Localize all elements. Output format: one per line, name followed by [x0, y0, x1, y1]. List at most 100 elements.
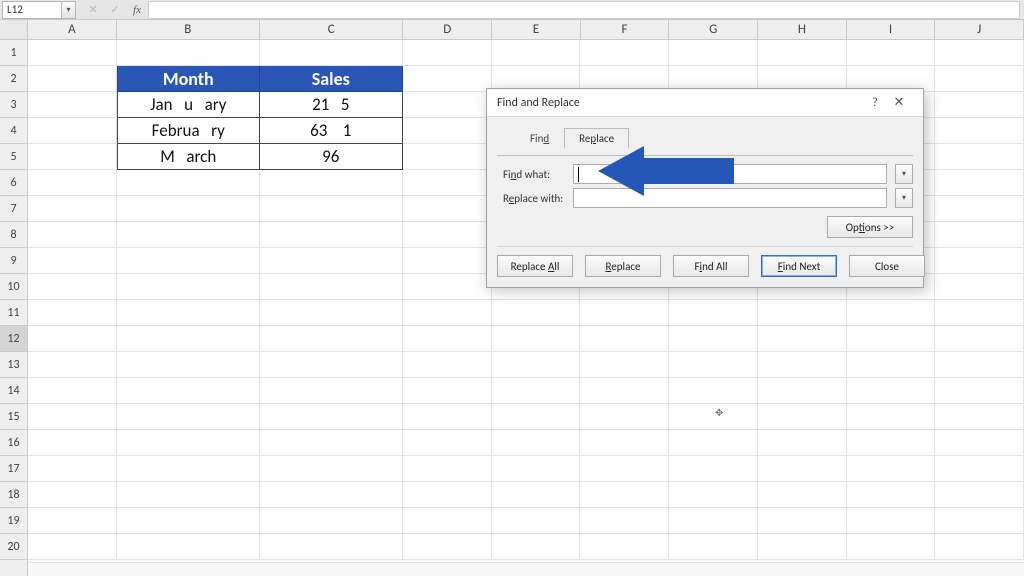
cell-B2[interactable]: Month: [117, 66, 260, 92]
cell-B9[interactable]: [117, 248, 260, 274]
cell-A18[interactable]: [28, 482, 117, 508]
find-what-input[interactable]: [573, 164, 887, 184]
cell-E11[interactable]: [492, 300, 581, 326]
cell-B7[interactable]: [117, 196, 260, 222]
cell-J15[interactable]: [935, 404, 1024, 430]
cell-C20[interactable]: [260, 534, 403, 560]
cell-G20[interactable]: [669, 534, 758, 560]
cell-A8[interactable]: [28, 222, 117, 248]
cell-G11[interactable]: [669, 300, 758, 326]
cell-D11[interactable]: [403, 300, 492, 326]
row-header-15[interactable]: 15: [0, 404, 27, 430]
cell-C19[interactable]: [260, 508, 403, 534]
cell-F14[interactable]: [580, 378, 669, 404]
cell-B15[interactable]: [117, 404, 260, 430]
cell-I1[interactable]: [847, 40, 936, 66]
cell-A4[interactable]: [28, 118, 117, 144]
row-header-13[interactable]: 13: [0, 352, 27, 378]
cell-E15[interactable]: [492, 404, 581, 430]
cell-A2[interactable]: [28, 66, 117, 92]
cell-J1[interactable]: [935, 40, 1024, 66]
column-header-G[interactable]: G: [669, 20, 758, 39]
cell-J6[interactable]: [935, 170, 1024, 196]
cell-H16[interactable]: [758, 430, 847, 456]
column-header-C[interactable]: C: [260, 20, 403, 39]
cell-G1[interactable]: [669, 40, 758, 66]
cell-H20[interactable]: [758, 534, 847, 560]
cell-F11[interactable]: [580, 300, 669, 326]
cell-C17[interactable]: [260, 456, 403, 482]
cell-D14[interactable]: [403, 378, 492, 404]
cell-B13[interactable]: [117, 352, 260, 378]
cell-H12[interactable]: [758, 326, 847, 352]
cell-J9[interactable]: [935, 248, 1024, 274]
column-header-J[interactable]: J: [935, 20, 1024, 39]
cell-D12[interactable]: [403, 326, 492, 352]
cell-E1[interactable]: [492, 40, 581, 66]
name-box[interactable]: L12: [2, 1, 62, 19]
cell-C15[interactable]: [260, 404, 403, 430]
cell-J17[interactable]: [935, 456, 1024, 482]
cell-C11[interactable]: [260, 300, 403, 326]
cell-H15[interactable]: [758, 404, 847, 430]
cell-C16[interactable]: [260, 430, 403, 456]
cell-F16[interactable]: [580, 430, 669, 456]
cell-E13[interactable]: [492, 352, 581, 378]
cell-H11[interactable]: [758, 300, 847, 326]
cell-J5[interactable]: [935, 144, 1024, 170]
cell-I17[interactable]: [847, 456, 936, 482]
cell-D1[interactable]: [403, 40, 492, 66]
cell-D2[interactable]: [403, 66, 492, 92]
cell-E17[interactable]: [492, 456, 581, 482]
cell-H17[interactable]: [758, 456, 847, 482]
cell-B6[interactable]: [117, 170, 260, 196]
cell-B4[interactable]: Februa ry: [117, 118, 260, 144]
column-header-B[interactable]: B: [117, 20, 260, 39]
cell-B1[interactable]: [117, 40, 260, 66]
cell-I20[interactable]: [847, 534, 936, 560]
dialog-titlebar[interactable]: Find and Replace ? ✕: [487, 89, 923, 117]
cell-I16[interactable]: [847, 430, 936, 456]
cell-J14[interactable]: [935, 378, 1024, 404]
cell-G19[interactable]: [669, 508, 758, 534]
cell-B19[interactable]: [117, 508, 260, 534]
cell-A3[interactable]: [28, 92, 117, 118]
cell-F15[interactable]: [580, 404, 669, 430]
cell-C4[interactable]: 63 1: [260, 118, 403, 144]
cell-I14[interactable]: [847, 378, 936, 404]
cell-G15[interactable]: [669, 404, 758, 430]
cell-B20[interactable]: [117, 534, 260, 560]
cell-D16[interactable]: [403, 430, 492, 456]
fx-icon[interactable]: fx: [126, 4, 148, 16]
cell-J3[interactable]: [935, 92, 1024, 118]
cell-F17[interactable]: [580, 456, 669, 482]
row-header-5[interactable]: 5: [0, 144, 27, 170]
cell-G12[interactable]: [669, 326, 758, 352]
cell-D8[interactable]: [403, 222, 492, 248]
horizontal-scrollbar[interactable]: [28, 562, 1024, 576]
cell-H13[interactable]: [758, 352, 847, 378]
cell-A15[interactable]: [28, 404, 117, 430]
row-header-12[interactable]: 12: [0, 326, 27, 352]
cell-B10[interactable]: [117, 274, 260, 300]
row-header-4[interactable]: 4: [0, 118, 27, 144]
cell-D10[interactable]: [403, 274, 492, 300]
cell-B18[interactable]: [117, 482, 260, 508]
row-header-3[interactable]: 3: [0, 92, 27, 118]
cell-A11[interactable]: [28, 300, 117, 326]
cell-G18[interactable]: [669, 482, 758, 508]
cell-G14[interactable]: [669, 378, 758, 404]
cell-D3[interactable]: [403, 92, 492, 118]
cell-J16[interactable]: [935, 430, 1024, 456]
row-header-9[interactable]: 9: [0, 248, 27, 274]
cell-H18[interactable]: [758, 482, 847, 508]
column-header-A[interactable]: A: [28, 20, 117, 39]
cell-I11[interactable]: [847, 300, 936, 326]
cell-E20[interactable]: [492, 534, 581, 560]
cell-C1[interactable]: [260, 40, 403, 66]
cell-B16[interactable]: [117, 430, 260, 456]
cell-A14[interactable]: [28, 378, 117, 404]
cell-J2[interactable]: [935, 66, 1024, 92]
cell-B12[interactable]: [117, 326, 260, 352]
find-all-button[interactable]: Find All: [673, 255, 749, 277]
